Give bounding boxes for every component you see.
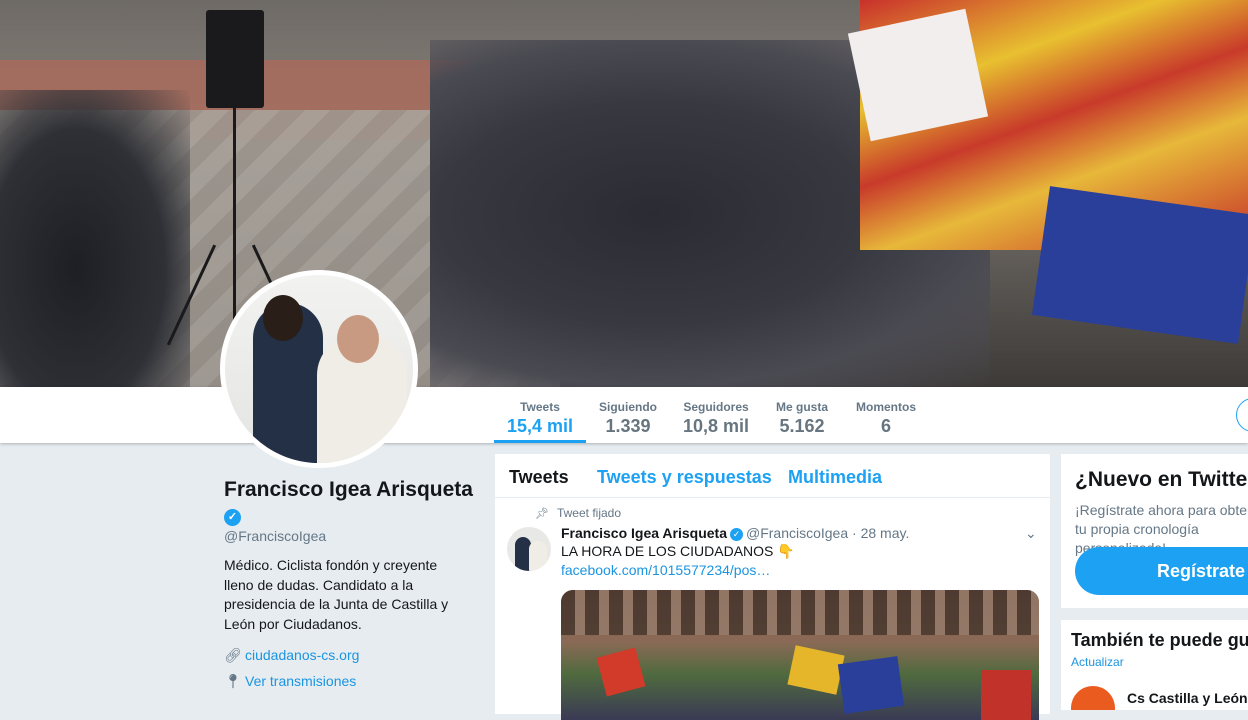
banner-flag-eu [1031,186,1248,344]
refresh-link[interactable]: Actualizar [1071,655,1124,669]
banner-tripod [233,108,236,338]
signup-module: ¿Nuevo en Twitter? ¡Regístrate ahora par… [1061,454,1248,608]
profile-name[interactable]: Francisco Igea Arisqueta [224,478,473,502]
timeline-tabs: Tweets Tweets y respuestas Multimedia [495,454,1050,498]
verified-badge-icon: ✓ [729,527,743,541]
timeline: Tweets Tweets y respuestas Multimedia 📌︎… [495,454,1050,720]
profile-bio: Médico. Ciclista fondón y creyente lleno… [224,557,449,632]
stat-followers[interactable]: Seguidores 10,8 mil [676,387,756,443]
stat-value: 5.162 [779,416,825,436]
stat-label: Siguiendo [599,400,657,414]
stat-value: 6 [880,416,891,436]
follow-button[interactable] [1236,398,1248,432]
stat-label: Seguidores [683,400,749,414]
signup-button[interactable]: Regístrate [1075,547,1248,595]
signup-title: ¿Nuevo en Twitter? [1075,468,1248,491]
tweet-header: Francisco Igea Arisqueta ✓ @FranciscoIgea … [561,525,909,541]
suggested-account-avatar[interactable] [1071,686,1115,710]
pinned-tweet-label: 📌︎ Tweet fijado [535,506,621,520]
stat-following[interactable]: Siguiendo 1.339 [592,387,664,443]
avatar-photo [225,275,413,463]
tweet-link[interactable]: facebook.com/1015577234/pos… [561,562,770,578]
pin-icon: 📌︎ [535,508,549,520]
header-banner-photo[interactable] [0,0,1248,387]
tab-tweets-replies[interactable]: Tweets y respuestas [597,467,772,488]
suggested-account-name[interactable]: Cs Castilla y León [1127,690,1248,706]
profile-avatar[interactable] [220,270,418,468]
stat-value: 1.339 [605,416,651,436]
who-to-follow-module: También te puede gustar Actualizar Cs Ca… [1061,620,1248,710]
media-flag [787,645,845,695]
profile-website[interactable]: 🔗︎ ciudadanos-cs.org [224,647,359,664]
tweet-avatar[interactable] [507,527,551,571]
profile-broadcasts[interactable]: 📍︎ Ver transmisiones [224,673,356,690]
stat-value: 10,8 mil [682,416,750,436]
banner-speaker [206,10,264,108]
tweet-author-handle[interactable]: @FranciscoIgea [746,525,848,541]
media-windows [561,590,1039,635]
stat-label: Momentos [856,400,916,414]
avatar-head-right [337,315,379,363]
tweet-avatar-figure [529,541,547,571]
media-flag [837,656,905,714]
location-pin-icon: 📍︎ [224,673,242,689]
stat-label: Me gusta [775,400,828,414]
website-link[interactable]: ciudadanos-cs.org [245,647,359,663]
tab-tweets[interactable]: Tweets [509,467,569,488]
stat-label: Tweets [520,400,560,414]
media-flag [596,647,646,697]
link-icon: 🔗︎ [224,647,242,663]
stat-value: 15,4 mil [506,416,574,436]
tweet-text: LA HORA DE LOS CIUDADANOS 👇 [561,543,795,559]
broadcasts-link[interactable]: Ver transmisiones [245,673,356,689]
tweet-date[interactable]: · 28 may. [852,525,909,541]
stat-likes[interactable]: Me gusta 5.162 [768,387,836,443]
tweet-media-photo[interactable] [561,590,1039,720]
pinned-text: Tweet fijado [556,506,622,520]
profile-handle[interactable]: @FranciscoIgea [224,528,326,544]
chevron-down-icon[interactable]: ⌄ [1025,525,1037,542]
banner-photographers [0,90,190,387]
profile-nav: Tweets 15,4 mil Siguiendo 1.339 Seguidor… [0,387,1248,443]
media-flag [981,670,1031,720]
tab-media[interactable]: Multimedia [788,467,882,488]
stat-moments[interactable]: Momentos 6 [848,387,924,443]
verified-badge-icon: ✓ [224,509,241,526]
wtf-title: También te puede gustar [1071,630,1248,650]
stat-tweets[interactable]: Tweets 15,4 mil [494,387,586,443]
avatar-head-left [263,295,303,341]
tweet-author-name[interactable]: Francisco Igea Arisqueta [561,525,727,541]
